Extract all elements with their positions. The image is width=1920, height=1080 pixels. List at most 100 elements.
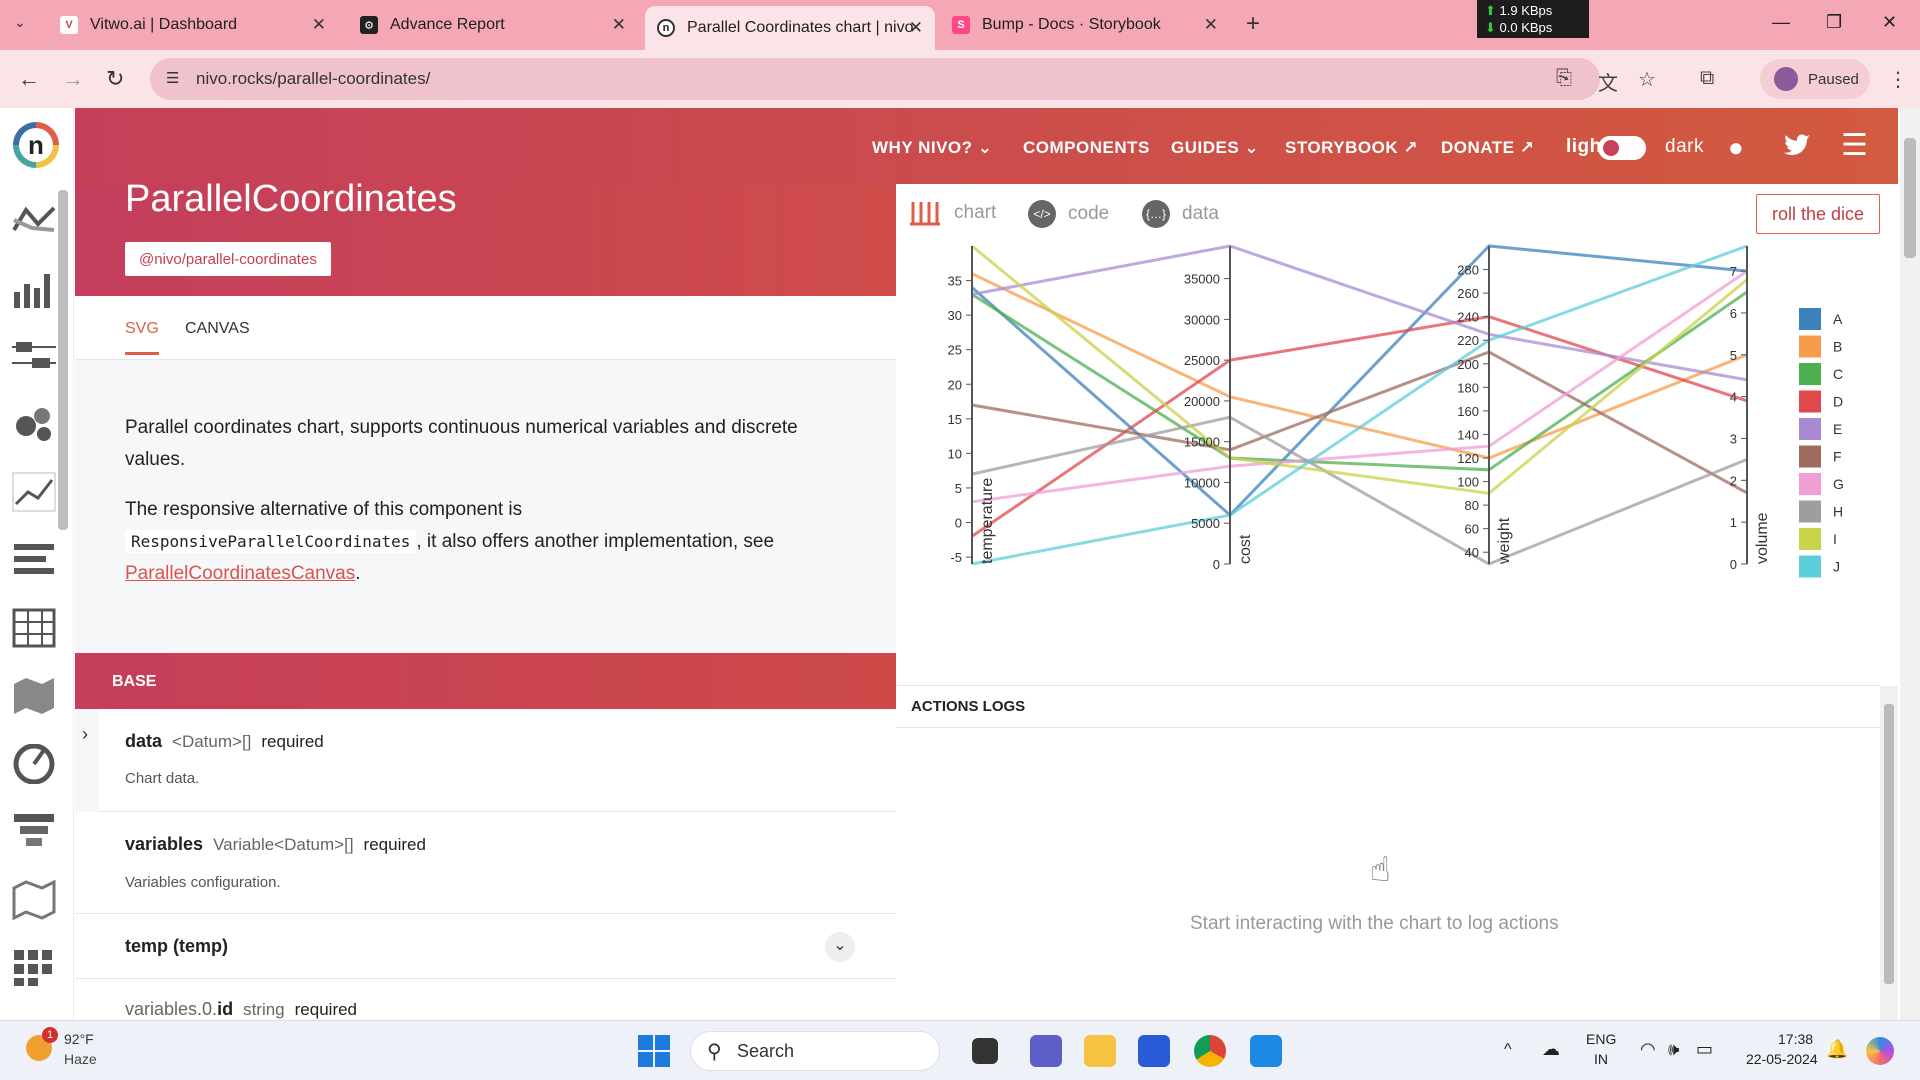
- actions-scrollbar[interactable]: [1880, 686, 1898, 1020]
- twitter-icon[interactable]: [1783, 134, 1811, 158]
- tab-close-icon[interactable]: ✕: [1204, 15, 1218, 35]
- store-icon[interactable]: [1138, 1035, 1170, 1067]
- tab-close-icon[interactable]: ✕: [312, 15, 326, 35]
- rail-scrollbar[interactable]: [58, 190, 68, 530]
- expand-chevron-icon[interactable]: ›: [82, 724, 88, 745]
- map-rail-icon[interactable]: [12, 676, 56, 716]
- extensions-puzzle-icon[interactable]: ⧉: [1700, 67, 1714, 90]
- browser-tab-advance-report[interactable]: ⚙ Advance Report ✕: [348, 8, 638, 42]
- theme-toggle[interactable]: [1598, 136, 1646, 160]
- canvas-implementation-link[interactable]: ParallelCoordinatesCanvas: [125, 563, 355, 584]
- table-grid-rail-icon[interactable]: [12, 608, 56, 648]
- parallel-coordinates-chart[interactable]: -505101520253035temperature0500010000150…: [896, 240, 1896, 680]
- file-explorer-icon[interactable]: [1084, 1035, 1116, 1067]
- tab-data[interactable]: {…} data: [1142, 200, 1219, 228]
- reload-icon[interactable]: ↻: [106, 66, 124, 92]
- series-line-J[interactable]: [971, 244, 1748, 566]
- browser-tab-nivo[interactable]: n Parallel Coordinates chart | nivo ✕: [645, 6, 935, 50]
- nivo-favicon-icon: n: [657, 19, 675, 37]
- nav-why-nivo[interactable]: WHY NIVO? ⌄: [872, 138, 993, 158]
- page-scrollbar[interactable]: [1900, 108, 1920, 1020]
- wifi-icon[interactable]: ◠: [1640, 1039, 1656, 1060]
- actions-empty-message: Start interacting with the chart to log …: [1190, 913, 1559, 934]
- bookmark-star-icon[interactable]: ☆: [1638, 67, 1656, 92]
- waffle-rail-icon[interactable]: [12, 948, 56, 988]
- close-window-icon[interactable]: ✕: [1882, 12, 1897, 33]
- language-eng[interactable]: ENG: [1586, 1031, 1616, 1047]
- taskbar-search[interactable]: ⚲ Search: [690, 1031, 940, 1071]
- series-line-G[interactable]: [971, 269, 1748, 504]
- forward-arrow-icon[interactable]: →: [62, 66, 84, 92]
- chevron-down-icon: ⌄: [1244, 138, 1260, 157]
- radial-rail-icon[interactable]: [12, 744, 56, 784]
- task-view-icon[interactable]: [972, 1038, 998, 1064]
- stacked-rows-rail-icon[interactable]: [12, 540, 56, 580]
- line-chart-rail-icon[interactable]: [12, 200, 56, 240]
- translate-icon[interactable]: 文: [1598, 67, 1618, 96]
- tab-canvas[interactable]: CANVAS: [185, 320, 250, 338]
- series-line-E[interactable]: [971, 244, 1748, 382]
- tab-search-chevron-icon[interactable]: ⌄: [14, 14, 26, 31]
- browser-toolbar: ← → ↻ ☰ nivo.rocks/parallel-coordinates/…: [0, 50, 1920, 108]
- volume-icon[interactable]: 🕪: [1668, 1039, 1679, 1060]
- prop-temp-group[interactable]: temp (temp) ⌄: [75, 914, 896, 979]
- minimize-icon[interactable]: —: [1772, 12, 1790, 33]
- browser-menu-icon[interactable]: ⋮: [1888, 67, 1908, 92]
- notification-bell-icon[interactable]: 🔔: [1826, 1039, 1848, 1060]
- github-icon[interactable]: ●: [1728, 132, 1744, 163]
- legend-swatch-G: [1799, 473, 1821, 495]
- battery-icon[interactable]: ▭: [1696, 1039, 1713, 1060]
- browser-tab-storybook[interactable]: S Bump - Docs · Storybook ✕: [940, 8, 1230, 42]
- site-info-icon[interactable]: ☰: [166, 69, 179, 87]
- geo-rail-icon[interactable]: [12, 880, 56, 920]
- tray-chevron-up-icon[interactable]: ^: [1504, 1041, 1512, 1059]
- browser-tab-vitwo[interactable]: V Vitwo.ai | Dashboard ✕: [48, 8, 338, 42]
- windows-start-icon[interactable]: [638, 1035, 670, 1067]
- tab-svg[interactable]: SVG: [125, 320, 159, 355]
- tick-label-weight: 40: [1465, 545, 1479, 560]
- tab-chart[interactable]: chart: [910, 200, 996, 226]
- weather-widget[interactable]: 1 92°F Haze: [26, 1027, 116, 1071]
- boxplot-rail-icon[interactable]: [12, 336, 56, 376]
- nav-components[interactable]: COMPONENTS: [1023, 138, 1150, 158]
- address-bar[interactable]: ☰ nivo.rocks/parallel-coordinates/: [150, 58, 1600, 100]
- vscode-icon[interactable]: [1250, 1035, 1282, 1067]
- bubble-chart-rail-icon[interactable]: [12, 404, 56, 444]
- legend-swatch-F: [1799, 445, 1821, 468]
- search-icon: ⚲: [707, 1041, 722, 1063]
- prop-variables-0-id[interactable]: variables.0.id string required: [75, 979, 896, 1020]
- nav-storybook[interactable]: STORYBOOK ↗: [1285, 138, 1418, 158]
- prop-variables[interactable]: variables Variable<Datum>[] required Varia…: [75, 812, 896, 914]
- line-trend-rail-icon[interactable]: [12, 472, 56, 512]
- nav-guides[interactable]: GUIDES ⌄: [1171, 138, 1259, 158]
- prop-data[interactable]: data <Datum>[] required Chart data.: [99, 709, 896, 812]
- clock-time[interactable]: 17:38: [1778, 1031, 1813, 1047]
- expand-chevron-icon[interactable]: ⌄: [825, 932, 855, 962]
- nav-donate[interactable]: DONATE ↗: [1441, 138, 1535, 158]
- tab-title: Parallel Coordinates chart | nivo: [687, 19, 914, 36]
- legend-swatch-B: [1799, 335, 1821, 358]
- back-arrow-icon[interactable]: ←: [18, 66, 40, 92]
- clock-date[interactable]: 22-05-2024: [1746, 1051, 1818, 1067]
- tab-close-icon[interactable]: ✕: [909, 18, 923, 38]
- axis-label-cost: cost: [1237, 534, 1254, 564]
- onedrive-icon[interactable]: ☁: [1542, 1039, 1560, 1060]
- restore-icon[interactable]: ❐: [1826, 12, 1842, 33]
- install-app-icon[interactable]: ⎘: [1556, 67, 1572, 90]
- base-section-header[interactable]: BASE: [75, 653, 896, 709]
- profile-button[interactable]: Paused: [1760, 59, 1870, 99]
- new-tab-plus-icon[interactable]: +: [1246, 10, 1260, 38]
- tab-code[interactable]: </> code: [1028, 200, 1109, 228]
- copilot-icon[interactable]: [1866, 1037, 1894, 1065]
- language-in[interactable]: IN: [1594, 1051, 1608, 1067]
- chrome-icon[interactable]: [1194, 1035, 1226, 1067]
- bar-chart-rail-icon[interactable]: [12, 268, 56, 308]
- package-badge[interactable]: @nivo/parallel-coordinates: [125, 242, 331, 276]
- tab-close-icon[interactable]: ✕: [612, 15, 626, 35]
- tick-label-temperature: 30: [948, 308, 962, 323]
- funnel-rail-icon[interactable]: [12, 812, 56, 852]
- roll-the-dice-button[interactable]: roll the dice: [1756, 194, 1880, 234]
- teams-icon[interactable]: [1030, 1035, 1062, 1067]
- hamburger-menu-icon[interactable]: ☰: [1841, 128, 1868, 163]
- nivo-logo[interactable]: n: [13, 122, 59, 168]
